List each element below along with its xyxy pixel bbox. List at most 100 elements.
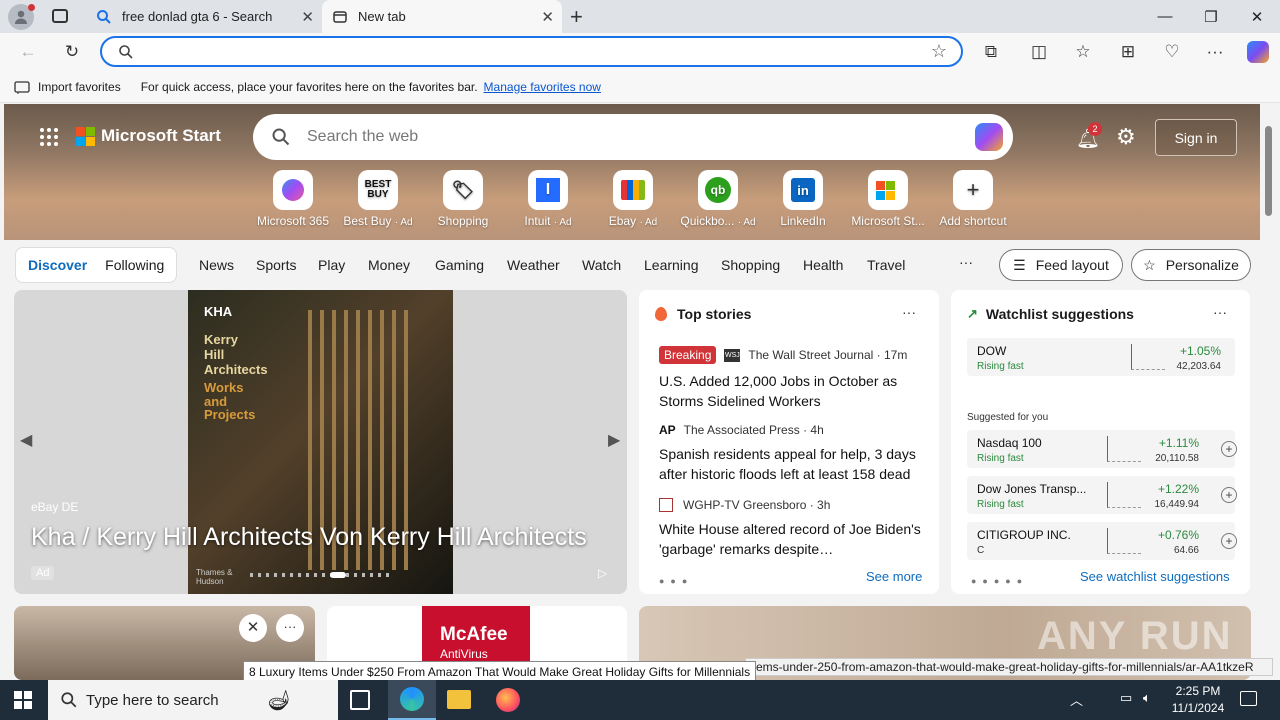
add-to-watchlist-icon[interactable]: + (1221, 487, 1237, 503)
watchlist-row[interactable]: Dow Jones Transp... Rising fast +1.22% 1… (967, 476, 1237, 514)
symbol-change: +1.11% (1158, 436, 1199, 450)
favorite-star-icon[interactable]: ☆ (931, 41, 947, 62)
quick-link-quickbooks[interactable]: qb Quickbo... · Ad (675, 170, 761, 228)
nav-watch[interactable]: Watch (582, 257, 621, 273)
profile-avatar[interactable] (8, 4, 35, 30)
copilot-icon[interactable] (975, 123, 1003, 151)
microsoft-start-logo[interactable]: Microsoft Start (76, 126, 221, 146)
settings-more-icon[interactable]: ··· (1200, 37, 1230, 67)
apps-launcher-icon[interactable] (40, 128, 58, 146)
windows-start-icon[interactable] (14, 691, 32, 709)
pagination-dots[interactable]: ●●● (659, 576, 693, 586)
nav-gaming[interactable]: Gaming (435, 257, 484, 273)
taskbar-search-placeholder: Type here to search (86, 691, 219, 709)
carousel-prev-arrow[interactable]: ◀ (20, 430, 32, 450)
tab-actions-icon[interactable] (52, 9, 68, 23)
close-tab-icon[interactable]: ✕ (301, 8, 314, 26)
feed-layout-button[interactable]: ☰ Feed layout (999, 249, 1123, 281)
edge-taskbar-icon[interactable] (388, 680, 436, 720)
network-icon[interactable]: ▭ (1120, 690, 1132, 706)
notifications-bell-icon[interactable]: 🔔︎ 2 (1076, 122, 1102, 151)
nav-health[interactable]: Health (803, 257, 843, 273)
page-scrollbar[interactable] (1262, 104, 1276, 680)
tray-overflow-icon[interactable]: ︿ (1070, 690, 1083, 709)
refresh-button[interactable]: ↻ (57, 37, 87, 67)
tab-search[interactable]: free donlad gta 6 - Search ✕ (86, 0, 322, 33)
nav-learning[interactable]: Learning (644, 257, 699, 273)
ad-choices-icon[interactable]: ▷ (598, 566, 607, 580)
add-to-watchlist-icon[interactable]: + (1221, 533, 1237, 549)
new-tab-button[interactable]: + (570, 4, 583, 30)
nav-travel[interactable]: Travel (867, 257, 905, 273)
quick-link-best-buy[interactable]: BEST BUY Best Buy · Ad (335, 170, 421, 228)
firefox-icon[interactable] (496, 688, 520, 712)
quick-link-ebay[interactable]: Ebay · Ad (590, 170, 676, 228)
volume-icon[interactable]: 🔈︎ (1143, 690, 1151, 706)
see-more-link[interactable]: See more (866, 569, 922, 584)
manage-favorites-link[interactable]: Manage favorites now (484, 80, 601, 94)
tab-discover[interactable]: Discover (28, 257, 87, 273)
nav-weather[interactable]: Weather (507, 257, 560, 273)
dismiss-icon[interactable]: ✕ (239, 614, 267, 642)
close-tab-icon[interactable]: ✕ (541, 8, 554, 26)
browser-essentials-icon[interactable]: ♡ (1157, 37, 1187, 67)
more-options-icon[interactable]: ··· (276, 614, 304, 642)
close-window-button[interactable]: ✕ (1234, 0, 1280, 33)
ad-source: eBay DE (31, 500, 79, 514)
import-favorites-button[interactable]: Import favorites (14, 80, 121, 94)
add-to-watchlist-icon[interactable]: + (1221, 441, 1237, 457)
nav-news[interactable]: News (199, 257, 234, 273)
copilot-icon[interactable] (1243, 37, 1273, 67)
pagination-dots[interactable]: ●●●●● (971, 576, 1028, 586)
symbol-value: 16,449.94 (1154, 499, 1200, 510)
clock-date[interactable]: 11/1/2024 (1166, 701, 1230, 715)
nav-money[interactable]: Money (368, 257, 410, 273)
symbol-status: Rising fast (977, 499, 1024, 510)
tab-following[interactable]: Following (105, 257, 164, 273)
favorites-icon[interactable]: ☆ (1068, 37, 1098, 67)
quick-link-linkedin[interactable]: in LinkedIn (760, 170, 846, 228)
personalize-button[interactable]: ☆ Personalize (1131, 249, 1251, 281)
watchlist-row[interactable]: CITIGROUP INC. C +0.76% 64.66 + (967, 522, 1237, 560)
taskbar-search-box[interactable]: Type here to search 🪔︎ (48, 680, 338, 720)
see-watchlist-link[interactable]: See watchlist suggestions (1080, 569, 1230, 584)
watchlist-row[interactable]: Nasdaq 100 Rising fast +1.11% 20,110.58 … (967, 430, 1237, 468)
nav-sports[interactable]: Sports (256, 257, 296, 273)
new-tab-icon (333, 10, 347, 23)
minimize-button[interactable]: — (1142, 0, 1188, 33)
task-view-icon[interactable] (350, 690, 370, 710)
nav-more-icon[interactable]: ··· (959, 254, 973, 270)
restore-button[interactable]: ❐ (1188, 0, 1234, 33)
settings-gear-icon[interactable]: ⚙ (1116, 124, 1136, 150)
more-options-icon[interactable]: ··· (1213, 304, 1227, 320)
story-headline[interactable]: Spanish residents appeal for help, 3 day… (659, 444, 927, 484)
nav-shopping[interactable]: Shopping (721, 257, 780, 273)
extensions-icon[interactable]: ⧉ (976, 37, 1006, 67)
story-headline[interactable]: White House altered record of Joe Biden'… (659, 519, 927, 559)
carousel-next-arrow[interactable]: ▶ (608, 430, 620, 450)
discover-following-toggle: Discover Following (15, 247, 177, 283)
clock-time[interactable]: 2:25 PM (1170, 684, 1226, 698)
address-bar[interactable]: ☆ (100, 36, 963, 67)
add-shortcut-button[interactable]: + Add shortcut (930, 170, 1016, 228)
quick-link-microsoft-365[interactable]: Microsoft 365 (250, 170, 336, 228)
quick-link-shopping[interactable]: 🏷︎ Shopping (420, 170, 506, 228)
watchlist-row[interactable]: DOW Rising fast +1.05% 42,203.64 (967, 338, 1235, 376)
quick-link-microsoft-store[interactable]: Microsoft St... (845, 170, 931, 228)
story-headline[interactable]: U.S. Added 12,000 Jobs in October as Sto… (659, 371, 927, 411)
collections-icon[interactable]: ⊞ (1113, 37, 1143, 67)
file-explorer-icon[interactable] (447, 690, 471, 709)
hero-carousel-card[interactable]: KHA Kerry Hill Architects Works and Proj… (14, 290, 627, 594)
quick-link-intuit[interactable]: I Intuit · Ad (505, 170, 591, 228)
carousel-headline[interactable]: Kha / Kerry Hill Architects Von Kerry Hi… (31, 523, 587, 552)
nav-play[interactable]: Play (318, 257, 345, 273)
more-options-icon[interactable]: ··· (902, 304, 916, 320)
back-button[interactable]: ← (13, 37, 43, 67)
notification-center-icon[interactable] (1240, 691, 1257, 706)
split-screen-icon[interactable]: ◫ (1024, 37, 1054, 67)
sign-in-button[interactable]: Sign in (1155, 119, 1237, 156)
tab-new-tab[interactable]: New tab ✕ (322, 0, 562, 33)
trend-up-icon: ↗ (967, 306, 978, 321)
web-search-box[interactable]: Search the web (253, 114, 1013, 160)
carousel-page-dots[interactable] (250, 572, 392, 578)
